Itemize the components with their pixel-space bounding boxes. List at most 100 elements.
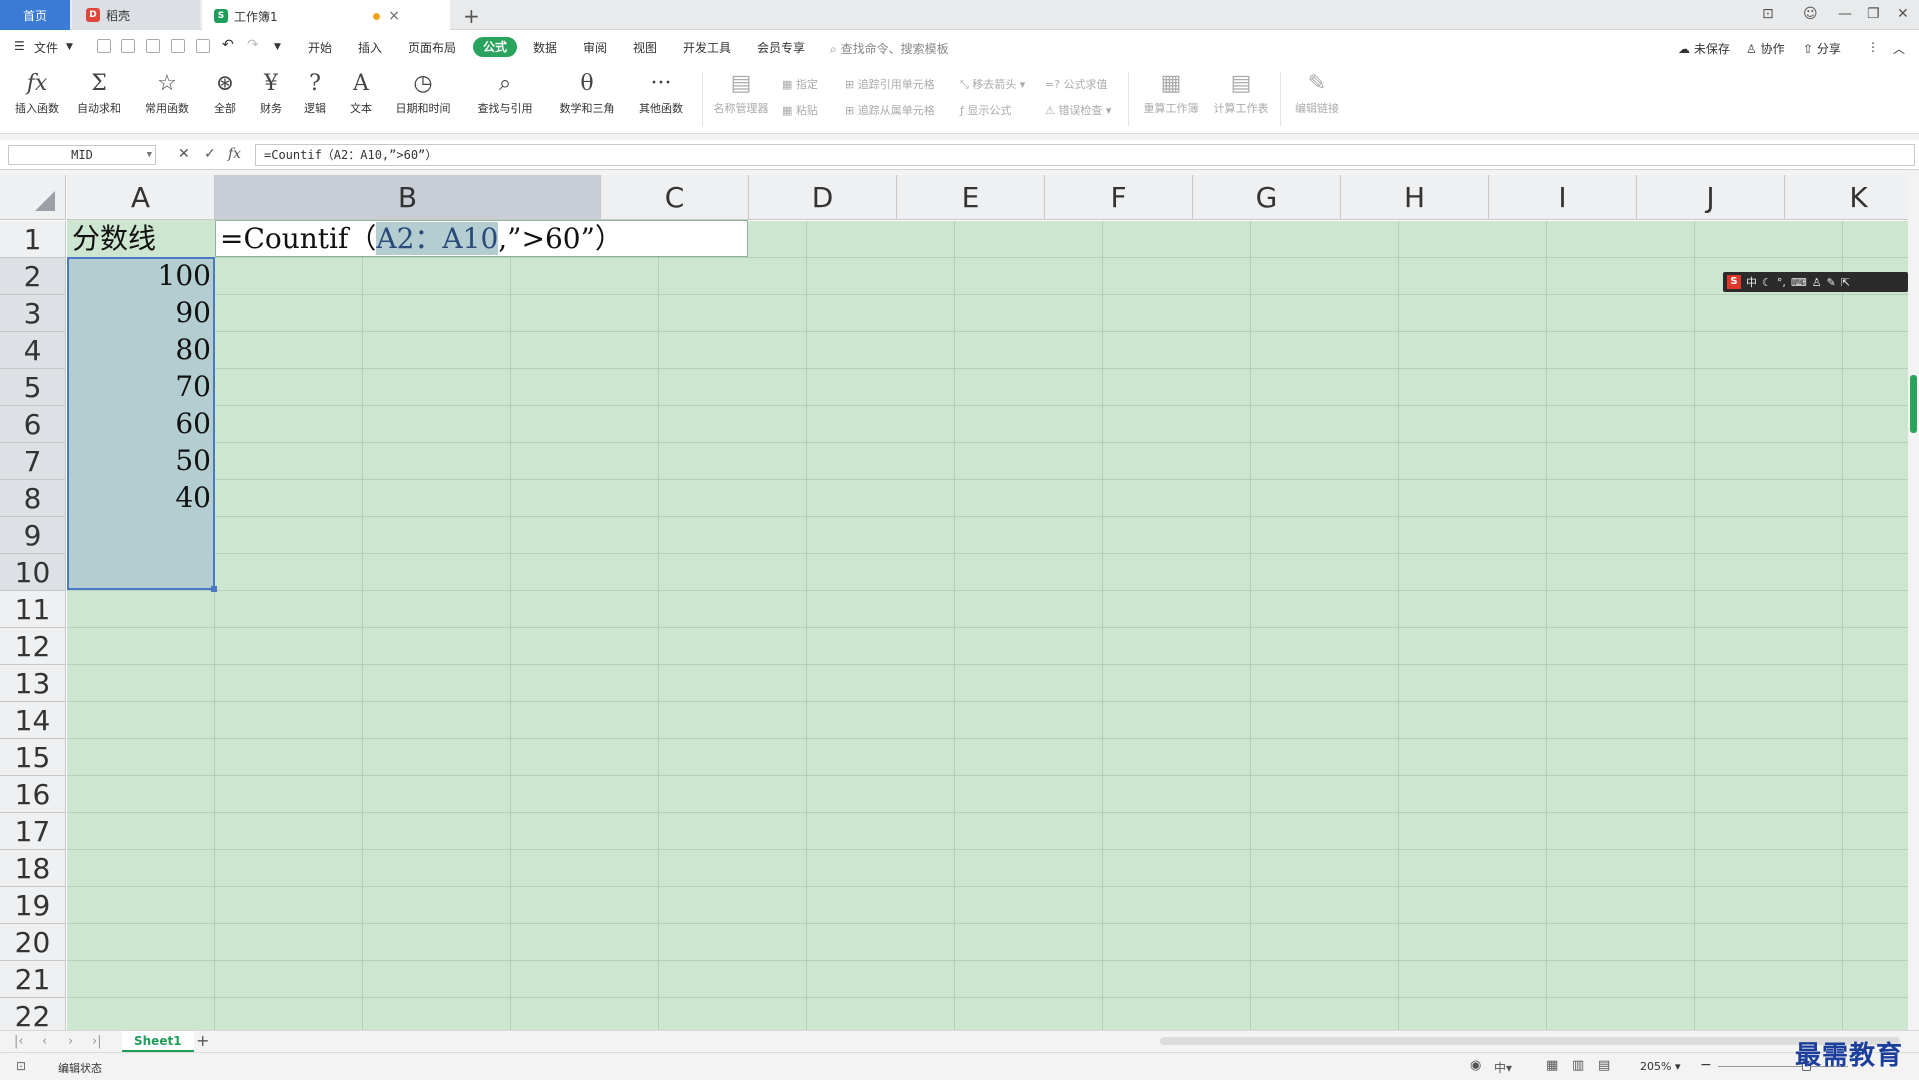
undo-icon[interactable]: ↶: [222, 37, 234, 53]
insert-function-button[interactable]: fx 插入函数: [6, 68, 68, 128]
menu-formula[interactable]: 公式: [473, 37, 518, 57]
cell-a5[interactable]: 70: [67, 368, 211, 405]
row-header-22[interactable]: 22: [0, 998, 66, 1030]
cell-a3[interactable]: 90: [67, 294, 211, 331]
zoom-level[interactable]: 205% ▾: [1640, 1060, 1680, 1073]
expand-icon[interactable]: ⇱: [1841, 276, 1850, 289]
page-layout-view-icon[interactable]: ▥: [1572, 1058, 1584, 1073]
edit-links-button[interactable]: ✎ 编辑链接: [1286, 68, 1348, 128]
row-header-2[interactable]: 2: [0, 258, 66, 295]
fx-icon[interactable]: fx: [228, 146, 241, 162]
column-header-c[interactable]: C: [601, 175, 749, 220]
menu-developer[interactable]: 开发工具: [683, 39, 731, 56]
restore-icon[interactable]: ❐: [1867, 6, 1880, 22]
collaborate-button[interactable]: ♙ 协作: [1746, 40, 1785, 57]
menu-view[interactable]: 视图: [633, 39, 657, 56]
row-header-7[interactable]: 7: [0, 443, 66, 480]
tab-home[interactable]: 首页: [0, 0, 70, 30]
last-sheet-icon[interactable]: ›|: [92, 1034, 102, 1049]
row-header-13[interactable]: 13: [0, 665, 66, 702]
menu-insert[interactable]: 插入: [358, 39, 382, 56]
sheet-tab-sheet1[interactable]: Sheet1: [122, 1031, 194, 1052]
moon-icon[interactable]: ☾: [1762, 276, 1772, 289]
other-functions-button[interactable]: ··· 其他函数: [630, 68, 692, 128]
math-button[interactable]: θ 数学和三角: [556, 68, 618, 128]
text-button[interactable]: A 文本: [330, 68, 392, 128]
new-doc-icon[interactable]: [97, 39, 111, 53]
prev-sheet-icon[interactable]: ‹: [42, 1034, 47, 1049]
unsaved-button[interactable]: ☁ 未保存: [1678, 40, 1730, 57]
datetime-button[interactable]: ◷ 日期和时间: [392, 68, 454, 128]
row-header-8[interactable]: 8: [0, 480, 66, 517]
normal-view-icon[interactable]: ▦: [1546, 1058, 1558, 1073]
evaluate-formula-button[interactable]: =? 公式求值: [1045, 76, 1108, 92]
first-sheet-icon[interactable]: |‹: [14, 1034, 24, 1049]
remove-arrows-button[interactable]: ⤡ 移去箭头 ▾: [960, 76, 1025, 92]
column-header-j[interactable]: J: [1637, 175, 1785, 220]
cell-b1-editor[interactable]: =Countif（A2：A10,”>60”）: [215, 220, 748, 257]
new-tab-icon[interactable]: +: [463, 4, 480, 28]
more-icon[interactable]: ⋮: [1867, 40, 1879, 54]
wrench-icon[interactable]: ✎: [1827, 276, 1836, 289]
vertical-scroll-thumb[interactable]: [1910, 375, 1917, 433]
ime-mode[interactable]: 中: [1746, 274, 1757, 290]
save-icon[interactable]: [121, 39, 135, 53]
window-layout-icon[interactable]: ⊡: [1762, 6, 1774, 22]
menu-data[interactable]: 数据: [533, 39, 557, 56]
menu-member[interactable]: 会员专享: [757, 39, 805, 56]
page-break-view-icon[interactable]: ▤: [1598, 1058, 1610, 1073]
column-header-g[interactable]: G: [1193, 175, 1341, 220]
row-header-19[interactable]: 19: [0, 887, 66, 924]
row-header-12[interactable]: 12: [0, 628, 66, 665]
row-header-3[interactable]: 3: [0, 295, 66, 332]
menu-file[interactable]: 文件: [34, 39, 58, 56]
menu-page-layout[interactable]: 页面布局: [408, 39, 456, 56]
row-header-14[interactable]: 14: [0, 702, 66, 739]
close-tab-icon[interactable]: ×: [388, 8, 400, 24]
customize-icon[interactable]: ▼: [274, 42, 281, 52]
name-manager-button[interactable]: ▤ 名称管理器: [710, 68, 772, 128]
format-painter-icon[interactable]: [146, 39, 160, 53]
next-sheet-icon[interactable]: ›: [68, 1034, 73, 1049]
tab-docer[interactable]: D 稻壳: [72, 0, 200, 30]
row-header-20[interactable]: 20: [0, 924, 66, 961]
horizontal-scrollbar[interactable]: [1160, 1037, 1900, 1045]
row-header-6[interactable]: 6: [0, 406, 66, 443]
name-box[interactable]: MID ▼: [8, 145, 156, 165]
print-icon[interactable]: [171, 39, 185, 53]
keyboard-icon[interactable]: ⌨: [1791, 276, 1807, 289]
paste-button[interactable]: ▦ 粘贴: [782, 102, 818, 118]
autosum-button[interactable]: Σ 自动求和: [68, 68, 130, 128]
column-header-a[interactable]: A: [67, 175, 215, 220]
row-header-9[interactable]: 9: [0, 517, 66, 554]
menu-review[interactable]: 审阅: [583, 39, 607, 56]
common-functions-button[interactable]: ☆ 常用函数: [136, 68, 198, 128]
command-search[interactable]: ⌕ 查找命令、搜索模板: [830, 40, 949, 57]
eye-protect-icon[interactable]: ◉: [1470, 1058, 1481, 1073]
error-check-button[interactable]: ⚠ 错误检查 ▾: [1045, 102, 1111, 118]
row-header-10[interactable]: 10: [0, 554, 66, 591]
ime-toolbar[interactable]: S 中 ☾ °, ⌨ ♙ ✎ ⇱: [1723, 272, 1908, 292]
cell-a2[interactable]: 100: [67, 257, 211, 294]
row-header-21[interactable]: 21: [0, 961, 66, 998]
fill-handle[interactable]: [211, 586, 217, 592]
cell-a7[interactable]: 50: [67, 442, 211, 479]
close-window-icon[interactable]: ✕: [1897, 6, 1909, 22]
collapse-ribbon-icon[interactable]: ︿: [1893, 40, 1905, 57]
column-header-d[interactable]: D: [749, 175, 897, 220]
row-header-16[interactable]: 16: [0, 776, 66, 813]
specify-button[interactable]: ▦ 指定: [782, 76, 818, 92]
row-header-17[interactable]: 17: [0, 813, 66, 850]
row-header-18[interactable]: 18: [0, 850, 66, 887]
column-header-e[interactable]: E: [897, 175, 1045, 220]
input-mode-icon[interactable]: 中▾: [1494, 1059, 1512, 1076]
cancel-icon[interactable]: ✕: [178, 146, 190, 162]
row-header-4[interactable]: 4: [0, 332, 66, 369]
menu-hamburger-icon[interactable]: ☰: [14, 39, 25, 53]
trace-dependents-button[interactable]: ⊞ 追踪从属单元格: [845, 102, 935, 118]
recalc-workbook-button[interactable]: ▦ 重算工作簿: [1140, 68, 1202, 128]
add-sheet-button[interactable]: +: [196, 1031, 209, 1050]
column-header-i[interactable]: I: [1489, 175, 1637, 220]
row-header-11[interactable]: 11: [0, 591, 66, 628]
share-button[interactable]: ⇧ 分享: [1803, 40, 1841, 57]
